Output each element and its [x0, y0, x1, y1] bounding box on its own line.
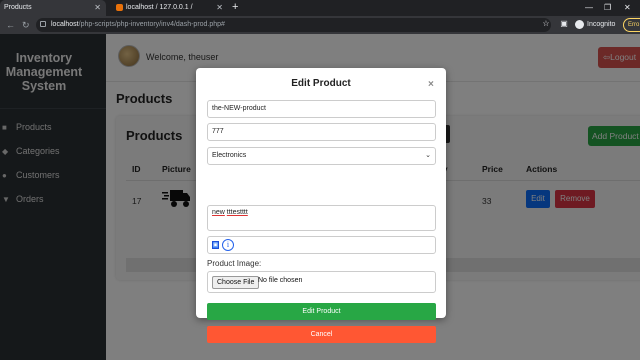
close-icon[interactable]: × [428, 79, 434, 90]
product-image-label: Product Image: [207, 259, 262, 268]
error-label: Erro [628, 22, 640, 28]
description-word: tttestttt [226, 209, 248, 216]
bookmark-star-icon[interactable]: ☆ [541, 19, 551, 29]
incognito-indicator[interactable]: Incognito [575, 18, 615, 32]
page: Inventory Management System ■Products ◆C… [0, 34, 640, 360]
url-input[interactable]: localhost/php-scripts/php-inventory/inv4… [36, 18, 551, 32]
reload-icon[interactable]: ↻ [22, 18, 30, 32]
close-tab-icon[interactable]: ✕ [216, 0, 223, 16]
category-selected-value: Electronics [212, 152, 247, 159]
close-window-icon[interactable]: ✕ [624, 0, 631, 16]
quantity-input[interactable]: 777 [207, 123, 436, 141]
maximize-icon[interactable]: ❐ [604, 0, 611, 16]
error-button[interactable]: Erro [623, 18, 640, 32]
selected-emoji-icon: ▣ [212, 241, 219, 249]
choose-file-button[interactable]: Choose File [212, 276, 260, 289]
chevron-down-icon: ⌄ [425, 152, 431, 159]
tab-phpmyadmin[interactable]: localhost / 127.0.0.1 / php_invento ✕ [112, 0, 228, 27]
incognito-icon [575, 19, 584, 29]
file-input[interactable]: Choose File No file chosen [207, 271, 436, 293]
file-status-text: No file chosen [258, 277, 303, 284]
side-panel-icon[interactable]: ▣ [559, 19, 569, 29]
back-icon[interactable]: ← [6, 18, 15, 32]
modal-title: Edit Product [291, 78, 351, 89]
new-tab-icon[interactable]: + [232, 0, 238, 15]
tab-title: Products [4, 4, 32, 11]
edit-product-submit-button[interactable]: Edit Product [207, 303, 436, 320]
cancel-button[interactable]: Cancel [207, 326, 436, 343]
category-select[interactable]: Electronics ⌄ [207, 147, 436, 165]
emoji-input-field[interactable]: ▣ i [207, 236, 436, 254]
url-host: localhost [51, 21, 79, 28]
phpmyadmin-favicon-icon [116, 3, 123, 11]
incognito-label: Incognito [587, 21, 616, 28]
tab-products[interactable]: Products ✕ [0, 0, 106, 16]
browser-tab-bar: Products ✕ localhost / 127.0.0.1 / php_i… [0, 0, 640, 27]
description-textarea[interactable]: new tttestttt [207, 205, 436, 231]
description-word: new [212, 209, 225, 216]
info-circle-icon: i [222, 239, 234, 251]
url-path: /php-scripts/php-inventory/inv4/dash-pro… [78, 21, 225, 28]
address-bar: ← ↻ localhost/php-scripts/php-inventory/… [0, 16, 640, 34]
info-icon[interactable] [40, 21, 46, 28]
product-name-input[interactable]: the-NEW-product [207, 100, 436, 118]
minimize-icon[interactable]: — [585, 0, 593, 16]
edit-product-modal: Edit Product × the-NEW-product 777 Elect… [196, 68, 446, 343]
close-tab-icon[interactable]: ✕ [94, 0, 101, 16]
